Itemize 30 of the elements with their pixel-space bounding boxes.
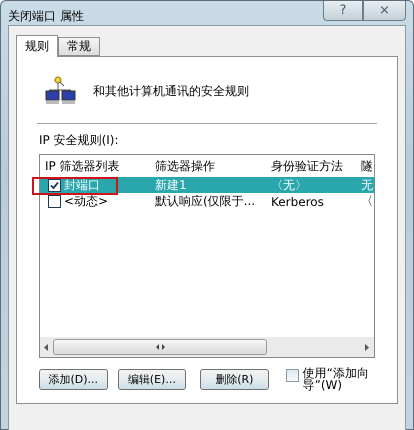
table-cell: <动态> bbox=[64, 193, 108, 210]
dialog-button[interactable]: 删除(R) bbox=[200, 368, 269, 390]
table-cell: 封端口 bbox=[64, 177, 100, 194]
column-header[interactable]: 筛选器操作 bbox=[150, 158, 266, 174]
dialog-button[interactable]: 添加(D)... bbox=[39, 368, 108, 390]
tab[interactable]: 规则 bbox=[16, 35, 58, 57]
rule-row[interactable]: <动态> 默认响应(仅限于... Kerberos 〈 bbox=[40, 193, 374, 209]
help-button[interactable]: ? bbox=[323, 1, 363, 21]
column-header[interactable]: 隧 bbox=[356, 158, 374, 174]
scroll-thumb[interactable] bbox=[53, 339, 267, 355]
table-cell-text: 〈 bbox=[360, 193, 374, 210]
column-header[interactable]: 身份验证方法 bbox=[266, 158, 356, 174]
horizontal-scrollbar[interactable] bbox=[40, 337, 374, 357]
window-title: 关闭端口 属性 bbox=[8, 8, 84, 25]
table-cell-text: Kerberos bbox=[270, 194, 325, 208]
checkbox[interactable] bbox=[48, 179, 61, 192]
table-cell-text: 新建1 bbox=[154, 177, 188, 194]
wizard-checkbox[interactable]: 使用“添加向导”(W) bbox=[286, 367, 375, 391]
table-cell-text: 无 bbox=[360, 177, 374, 194]
checkbox[interactable] bbox=[48, 195, 61, 208]
scroll-left-icon[interactable] bbox=[44, 344, 49, 350]
tab[interactable]: 常规 bbox=[58, 37, 100, 56]
rules-label: IP 安全规则(I): bbox=[39, 132, 120, 149]
table-cell-text: 〈无〉 bbox=[270, 177, 308, 194]
description-text: 和其他计算机通讯的安全规则 bbox=[93, 82, 249, 100]
dialog-button[interactable]: 编辑(E)... bbox=[118, 368, 186, 390]
column-header[interactable]: IP 筛选器列表 bbox=[40, 158, 150, 174]
table-cell-text: 默认响应(仅限于... bbox=[154, 193, 256, 210]
scroll-right-icon[interactable] bbox=[365, 344, 370, 350]
close-button[interactable]: × bbox=[363, 1, 406, 21]
